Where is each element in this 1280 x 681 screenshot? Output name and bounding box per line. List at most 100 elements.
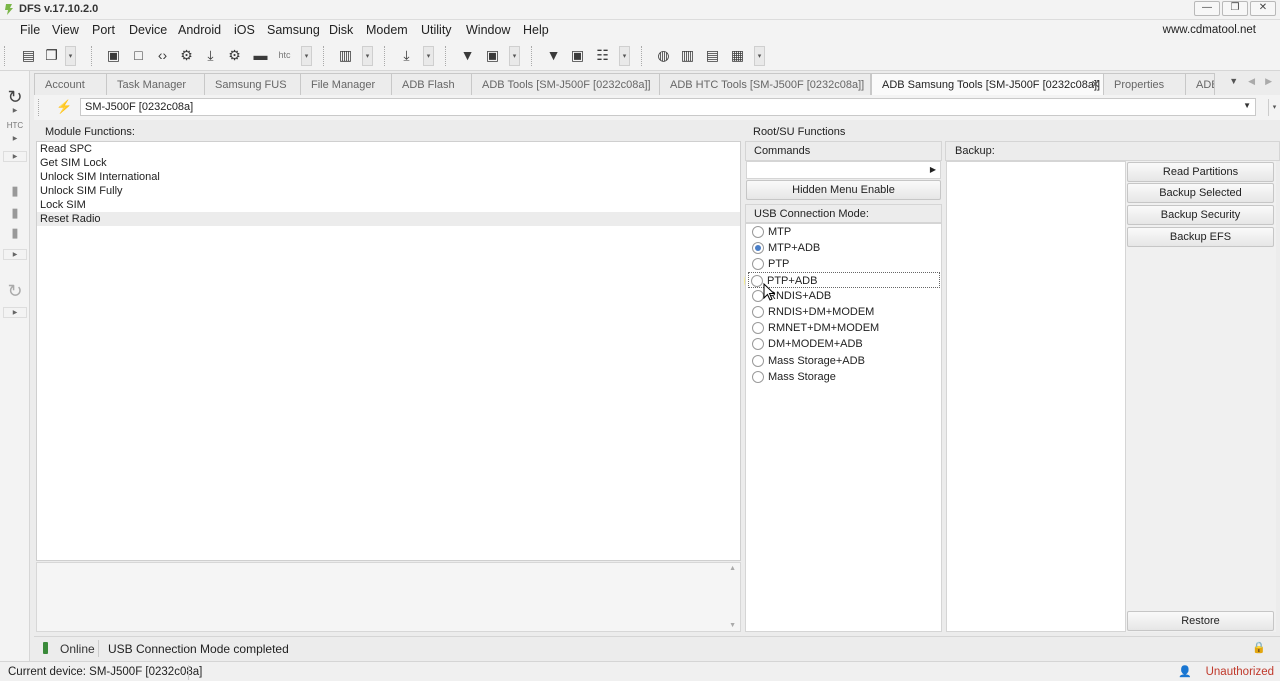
document-icon[interactable]: ▤ — [20, 47, 37, 64]
toolbar-dropdown[interactable]: ▾ — [509, 46, 520, 66]
list-item[interactable]: Unlock SIM International — [37, 170, 740, 184]
website-link[interactable]: www.cdmatool.net — [1163, 24, 1256, 36]
chart-icon[interactable]: ▥ — [337, 47, 354, 64]
toolbar-dropdown[interactable]: ▾ — [423, 46, 434, 66]
photo-icon[interactable]: ▣ — [569, 47, 586, 64]
tab-adb-flash[interactable]: ADB Flash — [391, 73, 473, 95]
collapse-button[interactable]: ▶ — [3, 307, 27, 318]
read-partitions-button[interactable]: Read Partitions — [1127, 162, 1274, 182]
backup-security-button[interactable]: Backup Security — [1127, 205, 1274, 225]
scroll-down-icon[interactable]: ▼ — [729, 622, 736, 629]
toolbar-dropdown[interactable]: ▾ — [65, 46, 76, 66]
menu-ios[interactable]: iOS — [234, 23, 255, 37]
expand-arrow-icon[interactable]: ▶ — [3, 107, 27, 114]
phone-icon[interactable]: ▮ — [3, 225, 27, 241]
menu-view[interactable]: View — [52, 23, 79, 37]
menu-port[interactable]: Port — [92, 23, 115, 37]
backup-efs-button[interactable]: Backup EFS — [1127, 227, 1274, 247]
contact-icon[interactable]: ▣ — [484, 47, 501, 64]
tab-file-manager[interactable]: File Manager — [300, 73, 393, 95]
menu-disk[interactable]: Disk — [329, 23, 353, 37]
radio-rmnet-dm-modem[interactable]: RMNET+DM+MODEM — [750, 320, 940, 336]
tab-properties[interactable]: Properties — [1103, 73, 1187, 95]
restore-button[interactable]: ❐ — [1222, 1, 1248, 16]
gears-icon[interactable]: ⚙ — [226, 47, 243, 64]
toolbar-dropdown[interactable]: ▾ — [301, 46, 312, 66]
device-icon[interactable]: □ — [130, 47, 147, 64]
samsung-icon[interactable]: ▬ — [252, 47, 269, 64]
list-item[interactable]: Get SIM Lock — [37, 156, 740, 170]
plug-icon[interactable]: ⚡ — [56, 99, 72, 115]
commands-select[interactable]: ▶ — [746, 161, 941, 179]
refresh-icon[interactable]: ↻ — [3, 87, 27, 108]
tab-scroll-left-icon[interactable]: ◀ — [1248, 76, 1255, 87]
message-icon[interactable]: ▼ — [545, 47, 562, 64]
list-item[interactable]: Lock SIM — [37, 198, 740, 212]
radio-dm-modem-adb[interactable]: DM+MODEM+ADB — [750, 336, 940, 352]
image-icon[interactable]: ▣ — [105, 47, 122, 64]
tab-adb-samsung-tools[interactable]: ADB Samsung Tools [SM-J500F [0232c08a]] … — [871, 73, 1105, 96]
menu-utility[interactable]: Utility — [421, 23, 452, 37]
tab-scroll-right-icon[interactable]: ▶ — [1265, 76, 1272, 87]
log-output[interactable]: ▲ ▼ — [36, 562, 741, 632]
restore-button[interactable]: Restore — [1127, 611, 1274, 631]
tab-adb[interactable]: ADB — [1185, 73, 1215, 95]
chip-icon[interactable]: ▦ — [729, 47, 746, 64]
device-select[interactable]: SM-J500F [0232c08a] ▼ — [80, 98, 1256, 116]
radio-ptp[interactable]: PTP — [750, 256, 940, 272]
tab-samsung-fus[interactable]: Samsung FUS — [204, 73, 302, 95]
module-functions-list[interactable]: Read SPC Get SIM Lock Unlock SIM Interna… — [36, 141, 741, 561]
hidden-menu-enable-button[interactable]: Hidden Menu Enable — [746, 180, 941, 200]
radio-mtp[interactable]: MTP — [750, 224, 940, 240]
menu-modem[interactable]: Modem — [366, 23, 408, 37]
minimize-button[interactable]: — — [1194, 1, 1220, 16]
tab-account[interactable]: Account — [34, 73, 108, 95]
network-icon[interactable]: ☷ — [594, 47, 611, 64]
notes-icon[interactable]: ▤ — [704, 47, 721, 64]
menu-samsung[interactable]: Samsung — [267, 23, 320, 37]
radio-mass-storage[interactable]: Mass Storage — [750, 369, 940, 385]
backup-selected-button[interactable]: Backup Selected — [1127, 183, 1274, 203]
scroll-up-icon[interactable]: ▲ — [729, 565, 736, 572]
toolbar-dropdown[interactable]: ▾ — [619, 46, 630, 66]
close-button[interactable]: ✕ — [1250, 1, 1276, 16]
tab-task-manager[interactable]: Task Manager — [106, 73, 206, 95]
tab-list-dropdown-icon[interactable]: ▼ — [1229, 76, 1238, 87]
window-icon[interactable]: ❐ — [43, 47, 60, 64]
tab-adb-htc-tools[interactable]: ADB HTC Tools [SM-J500F [0232c08a]] — [659, 73, 871, 95]
settings-icon[interactable]: ⚙ — [178, 47, 195, 64]
phone-icon[interactable]: ▮ — [3, 205, 27, 221]
flash-download-icon[interactable]: ⤓ — [398, 47, 415, 64]
list-item[interactable]: Unlock SIM Fully — [37, 184, 740, 198]
device-bar-dropdown[interactable]: ▾ — [1268, 99, 1280, 116]
globe-icon[interactable]: ◍ — [655, 47, 672, 64]
toolbar-dropdown[interactable]: ▾ — [362, 46, 373, 66]
collapse-button[interactable]: ▶ — [3, 151, 27, 162]
menu-file[interactable]: File — [20, 23, 40, 37]
radio-mass-storage-adb[interactable]: Mass Storage+ADB — [750, 353, 940, 369]
comment-icon[interactable]: ▼ — [459, 47, 476, 64]
radio-rndis-adb[interactable]: RNDIS+ADB — [750, 288, 940, 304]
htc-side-label[interactable]: HTC — [3, 121, 27, 130]
expand-arrow-icon[interactable]: ▶ — [3, 135, 27, 142]
download-icon[interactable]: ⤓ — [202, 47, 219, 64]
tab-adb-tools[interactable]: ADB Tools [SM-J500F [0232c08a]] — [471, 73, 661, 95]
radio-ptp-adb[interactable]: PTP+ADB — [748, 272, 940, 288]
phone-icon[interactable]: ▮ — [3, 183, 27, 199]
menu-android[interactable]: Android — [178, 23, 221, 37]
code-icon[interactable]: ‹› — [154, 47, 171, 64]
backup-partition-list[interactable] — [946, 161, 1126, 632]
toolbar-dropdown[interactable]: ▾ — [754, 46, 765, 66]
radio-rndis-dm-modem[interactable]: RNDIS+DM+MODEM — [750, 304, 940, 320]
collapse-button[interactable]: ▶ — [3, 249, 27, 260]
tab-close-icon[interactable]: ✕ — [1091, 78, 1100, 91]
list-item[interactable]: Reset Radio — [37, 212, 740, 226]
list-item[interactable]: Read SPC — [37, 142, 740, 156]
radio-mtp-adb[interactable]: MTP+ADB — [750, 240, 940, 256]
bar-chart-icon[interactable]: ▥ — [679, 47, 696, 64]
menu-help[interactable]: Help — [523, 23, 549, 37]
menu-window[interactable]: Window — [466, 23, 510, 37]
unauthorized-status[interactable]: Unauthorized — [1206, 666, 1274, 678]
refresh-icon[interactable]: ↻ — [3, 281, 27, 302]
htc-icon[interactable]: htc — [276, 47, 293, 64]
